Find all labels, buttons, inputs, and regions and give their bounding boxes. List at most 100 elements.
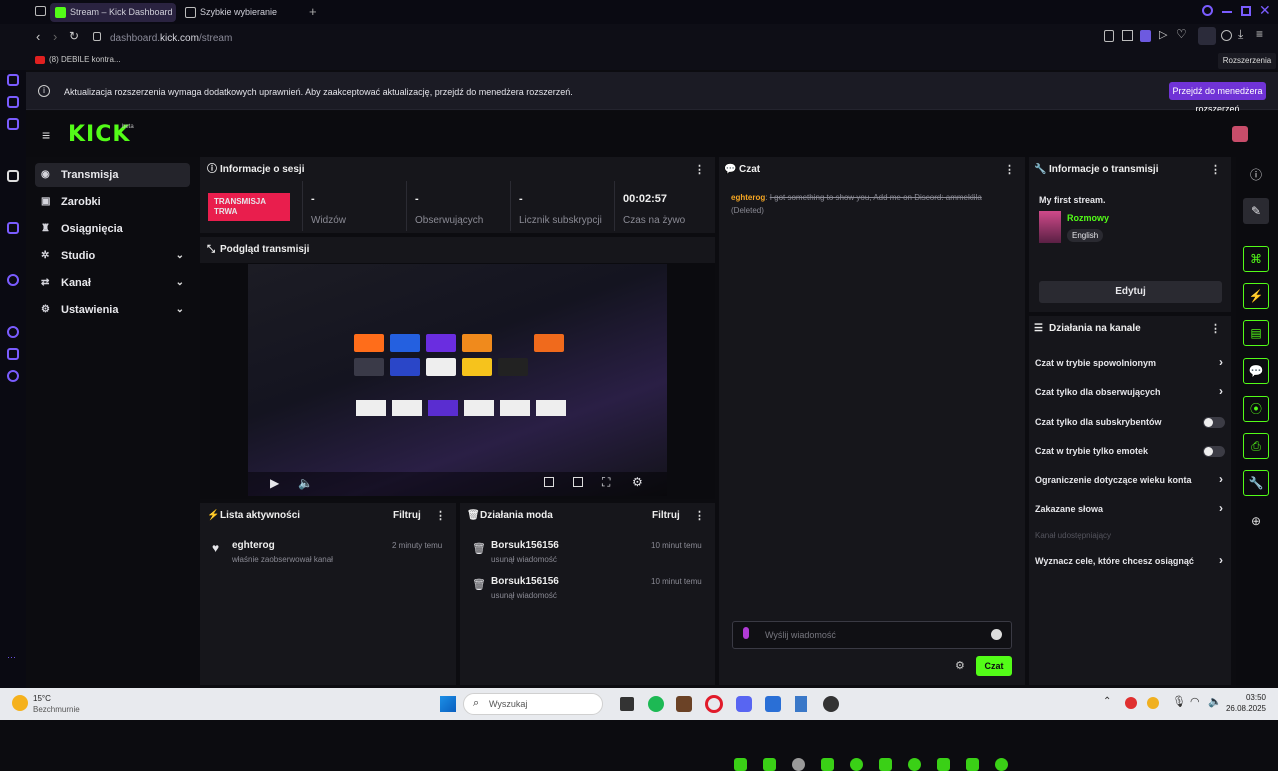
emoji-icon[interactable] (991, 629, 1002, 640)
nav-transmisja[interactable]: ◉ Transmisja (35, 163, 190, 187)
chat-username[interactable]: eghterog (731, 193, 765, 202)
emote-icon[interactable] (821, 758, 834, 771)
play-icon[interactable]: ▶ (270, 476, 279, 490)
edit-icon[interactable]: ✎ (1243, 198, 1269, 224)
download-icon[interactable]: ⤓ (1238, 27, 1243, 42)
kebab-icon[interactable]: ⋮ (1004, 157, 1015, 183)
mod-action-user[interactable]: Borsuk156156 (491, 576, 559, 587)
lock-icon[interactable] (93, 32, 101, 41)
fullscreen-icon[interactable]: ⛶ (602, 475, 610, 490)
hamburger-menu-icon[interactable]: ≡ (42, 127, 50, 143)
profile-icon[interactable] (1221, 30, 1232, 41)
more-icon[interactable]: ··· (7, 652, 19, 664)
tray-app-icon[interactable] (1125, 697, 1137, 709)
broadcast-action-icon[interactable]: ⦿ (1243, 396, 1269, 422)
obs-taskbar-icon[interactable] (823, 696, 839, 712)
emote-icon[interactable] (879, 758, 892, 771)
emote-icon[interactable] (908, 758, 921, 771)
settings-icon[interactable]: ⚙ (632, 475, 643, 489)
emote-only-toggle[interactable] (1203, 446, 1225, 457)
url-text[interactable]: dashboard.kick.com/stream (110, 33, 232, 44)
nav-osiagniecia[interactable]: ♜ Osiągnięcia (35, 217, 190, 241)
spotify-icon[interactable] (648, 696, 664, 712)
windows-start-icon[interactable] (440, 696, 456, 712)
print-icon[interactable]: ⎙ (1243, 433, 1269, 459)
opera-taskbar-icon[interactable] (705, 695, 723, 713)
note-icon[interactable]: ▤ (1243, 320, 1269, 346)
bookmark-toolbar-icon[interactable] (1104, 30, 1114, 42)
close-icon[interactable]: ✕ (1259, 2, 1271, 19)
extensions-side-icon[interactable] (7, 348, 19, 360)
reload-icon[interactable]: ↻ (69, 29, 79, 43)
tray-chevron-icon[interactable]: ⌃ (1103, 696, 1111, 707)
bolt-action-icon[interactable]: ⚡ (1243, 283, 1269, 309)
emote-icon[interactable] (995, 758, 1008, 771)
stream-preview-video[interactable]: ▶ 🔈 ⛶ ⚙ (248, 264, 667, 496)
nav-zarobki[interactable]: ▣ Zarobki (35, 190, 190, 214)
app-icon[interactable] (676, 696, 692, 712)
wifi-icon[interactable]: ◠ (1190, 695, 1200, 708)
instagram-icon[interactable] (7, 118, 19, 130)
extension-manager-button[interactable]: Przejdź do menedżera rozszerzeń (1169, 82, 1266, 114)
search-tabs-icon[interactable] (1202, 5, 1213, 16)
file-icon[interactable] (795, 696, 807, 712)
add-icon[interactable] (7, 274, 19, 286)
activity-user[interactable]: eghterog (232, 540, 275, 551)
nav-studio[interactable]: ✲ Studio ⌄ (35, 244, 190, 268)
mod-action-user[interactable]: Borsuk156156 (491, 540, 559, 551)
kebab-icon[interactable]: ⋮ (1210, 157, 1221, 183)
emote-icon[interactable] (763, 758, 776, 771)
chat-input[interactable]: Wyślij wiadomość (732, 621, 1012, 649)
theater-icon[interactable] (573, 477, 583, 487)
subscribers-only-toggle[interactable] (1203, 417, 1225, 428)
kebab-icon[interactable]: ⋮ (694, 503, 705, 529)
tabs-menu-icon[interactable] (35, 6, 46, 16)
bookmark-item[interactable]: (8) DEBILE kontra... (49, 55, 121, 64)
taskbar-search[interactable]: ⌕ Wyszukaj (463, 693, 603, 715)
filter-button[interactable]: Filtruj (393, 503, 421, 529)
nav-kanal[interactable]: ⇄ Kanał ⌄ (35, 271, 190, 295)
telegram-icon[interactable] (7, 96, 19, 108)
forward-icon[interactable]: › (53, 29, 57, 44)
emote-icon[interactable] (966, 758, 979, 771)
tab-speed-dial[interactable]: Szybkie wybieranie (180, 3, 298, 22)
heart-icon[interactable]: ♡ (1176, 27, 1187, 41)
twitch-icon[interactable] (7, 222, 19, 234)
filter-button[interactable]: Filtruj (652, 503, 680, 529)
clock-time[interactable]: 03:50 (1226, 693, 1266, 702)
clock-date[interactable]: 26.08.2025 (1220, 704, 1266, 713)
weather-icon[interactable] (12, 695, 28, 711)
channel-action-account-age[interactable]: Ograniczenie dotyczące wieku konta › (1035, 472, 1225, 486)
player-icon[interactable]: ▷ (1159, 28, 1167, 41)
tray-app-icon[interactable] (1147, 697, 1159, 709)
microphone-icon[interactable] (743, 627, 749, 639)
back-icon[interactable]: ‹ (36, 29, 40, 44)
category-link[interactable]: Rozmowy (1067, 213, 1109, 223)
discord-icon[interactable] (736, 696, 752, 712)
settings-side-icon[interactable] (7, 370, 19, 382)
tab-kick-dashboard[interactable]: Stream – Kick Dashboard (50, 3, 176, 22)
messenger-taskbar-icon[interactable] (765, 696, 781, 712)
wrench-action-icon[interactable]: 🔧 (1243, 470, 1269, 496)
chat-settings-icon[interactable]: ⚙ (955, 659, 965, 672)
obs-icon[interactable]: ⌘ (1243, 246, 1269, 272)
history-icon[interactable] (7, 326, 19, 338)
channel-action-banned-words[interactable]: Zakazane słowa › (1035, 501, 1225, 515)
avatar[interactable] (1232, 126, 1248, 142)
maximize-icon[interactable] (1241, 6, 1251, 16)
minimize-icon[interactable] (1222, 11, 1232, 13)
extensions-icon[interactable] (1198, 27, 1216, 45)
kick-sidebar-icon[interactable] (7, 170, 19, 182)
task-view-icon[interactable] (620, 697, 634, 711)
emote-icon[interactable] (937, 758, 950, 771)
emote-icon[interactable] (850, 758, 863, 771)
edit-button[interactable]: Edytuj (1039, 281, 1222, 303)
easy-setup-icon[interactable]: ≡ (1256, 27, 1263, 41)
channel-action-slow-mode[interactable]: Czat w trybie spowolnionym › (1035, 355, 1225, 369)
whatsapp-icon[interactable] (7, 74, 19, 86)
chat-action-icon[interactable]: 💬 (1243, 358, 1269, 384)
chat-send-button[interactable]: Czat (976, 656, 1012, 676)
channel-action-goals[interactable]: Wyznacz cele, które chcesz osiągnąć › (1035, 553, 1225, 567)
nav-ustawienia[interactable]: ⚙ Ustawienia ⌄ (35, 298, 190, 322)
kebab-icon[interactable]: ⋮ (435, 503, 446, 529)
